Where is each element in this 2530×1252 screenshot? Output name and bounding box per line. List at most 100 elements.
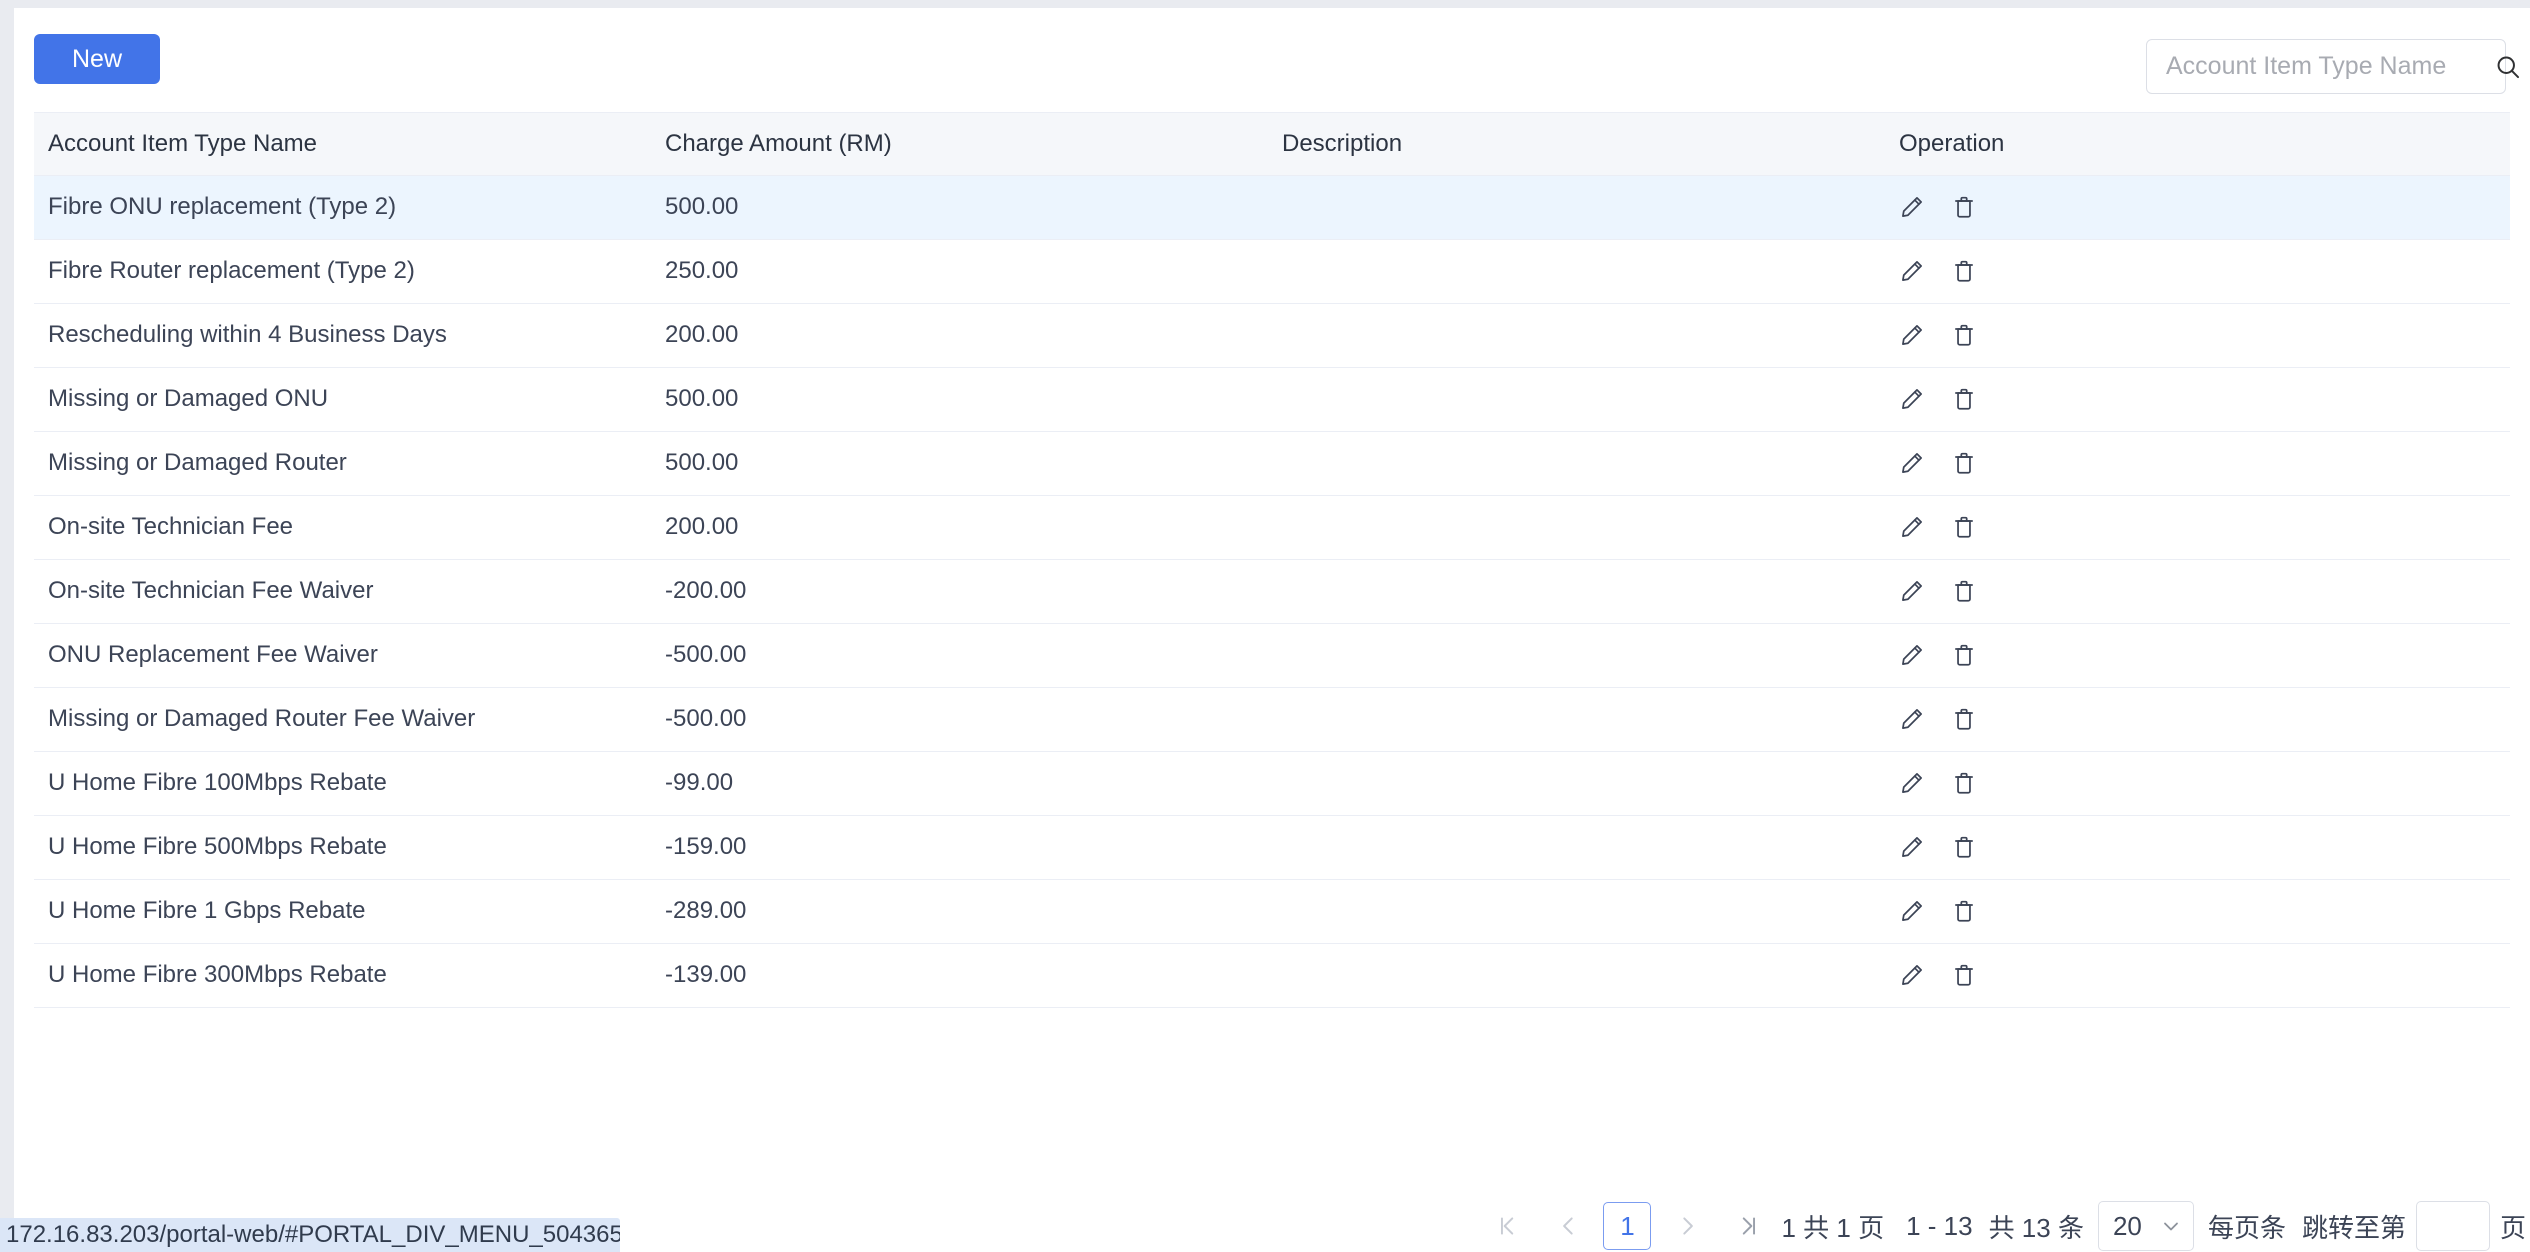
edit-icon[interactable] <box>1899 962 1925 988</box>
edit-icon[interactable] <box>1899 514 1925 540</box>
table-row[interactable]: U Home Fibre 500Mbps Rebate -159.00 <box>34 815 2510 880</box>
cell-account-item-type-name: U Home Fibre 1 Gbps Rebate <box>34 879 651 944</box>
cell-account-item-type-name: On-site Technician Fee Waiver <box>34 559 651 624</box>
column-header-amount: Charge Amount (RM) <box>651 113 1268 176</box>
previous-page-icon[interactable] <box>1543 1200 1596 1252</box>
delete-icon[interactable] <box>1951 450 1977 476</box>
cell-charge-amount: -200.00 <box>651 559 1268 624</box>
cell-operation <box>1885 751 2510 816</box>
jump-suffix-label: 页 <box>2499 1212 2526 1243</box>
edit-icon[interactable] <box>1899 322 1925 348</box>
cell-description <box>1268 239 1885 304</box>
delete-icon[interactable] <box>1951 770 1977 796</box>
cell-charge-amount: 200.00 <box>651 495 1268 560</box>
edit-icon[interactable] <box>1899 258 1925 284</box>
search-icon[interactable] <box>2494 40 2522 93</box>
first-page-icon[interactable] <box>1483 1200 1536 1252</box>
cell-charge-amount: 500.00 <box>651 367 1268 432</box>
delete-icon[interactable] <box>1951 514 1977 540</box>
cell-operation <box>1885 815 2510 880</box>
table-row[interactable]: Fibre Router replacement (Type 2) 250.00 <box>34 239 2510 304</box>
column-header-description: Description <box>1268 113 1885 176</box>
cell-operation <box>1885 431 2510 496</box>
cell-operation <box>1885 559 2510 624</box>
cell-account-item-type-name: Missing or Damaged Router Fee Waiver <box>34 687 651 752</box>
data-table: Account Item Type Name Charge Amount (RM… <box>34 113 2510 1008</box>
table-row[interactable]: Fibre ONU replacement (Type 2) 500.00 <box>34 175 2510 240</box>
table-row[interactable]: On-site Technician Fee 200.00 <box>34 495 2510 560</box>
edit-icon[interactable] <box>1899 770 1925 796</box>
cell-operation <box>1885 175 2510 240</box>
delete-icon[interactable] <box>1951 386 1977 412</box>
new-button[interactable]: New <box>34 34 160 84</box>
cell-description <box>1268 431 1885 496</box>
delete-icon[interactable] <box>1951 706 1977 732</box>
table-row[interactable]: U Home Fibre 1 Gbps Rebate -289.00 <box>34 879 2510 944</box>
cell-operation <box>1885 623 2510 688</box>
cell-charge-amount: 250.00 <box>651 239 1268 304</box>
cell-charge-amount: -500.00 <box>651 687 1268 752</box>
table-row[interactable]: ONU Replacement Fee Waiver -500.00 <box>34 623 2510 688</box>
page-number-1[interactable]: 1 <box>1603 1202 1652 1250</box>
cell-account-item-type-name: ONU Replacement Fee Waiver <box>34 623 651 688</box>
cell-charge-amount: -500.00 <box>651 623 1268 688</box>
cell-description <box>1268 687 1885 752</box>
cell-account-item-type-name: Missing or Damaged ONU <box>34 367 651 432</box>
browser-status-bar: 172.16.83.203/portal-web/#PORTAL_DIV_MEN… <box>0 1218 620 1252</box>
table-row[interactable]: Rescheduling within 4 Business Days 200.0… <box>34 303 2510 368</box>
cell-charge-amount: 500.00 <box>651 431 1268 496</box>
edit-icon[interactable] <box>1899 834 1925 860</box>
cell-description <box>1268 943 1885 1008</box>
table-row[interactable]: Missing or Damaged Router Fee Waiver -500… <box>34 687 2510 752</box>
cell-operation <box>1885 943 2510 1008</box>
edit-icon[interactable] <box>1899 386 1925 412</box>
range-summary: 1 - 13 <box>1906 1210 1973 1241</box>
next-page-icon[interactable] <box>1661 1200 1714 1252</box>
delete-icon[interactable] <box>1951 834 1977 860</box>
edit-icon[interactable] <box>1899 578 1925 604</box>
cell-description <box>1268 303 1885 368</box>
cell-charge-amount: -159.00 <box>651 815 1268 880</box>
table-row[interactable]: On-site Technician Fee Waiver -200.00 <box>34 559 2510 624</box>
page-size-select[interactable]: 20 <box>2097 1201 2194 1251</box>
delete-icon[interactable] <box>1951 578 1977 604</box>
delete-icon[interactable] <box>1951 898 1977 924</box>
cell-account-item-type-name: Fibre Router replacement (Type 2) <box>34 239 651 304</box>
cell-operation <box>1885 879 2510 944</box>
cell-account-item-type-name: Missing or Damaged Router <box>34 431 651 496</box>
search-input[interactable] <box>2147 40 2494 93</box>
edit-icon[interactable] <box>1899 898 1925 924</box>
cell-description <box>1268 623 1885 688</box>
cell-description <box>1268 175 1885 240</box>
table-header-row: Account Item Type Name Charge Amount (RM… <box>34 113 2510 176</box>
cell-operation <box>1885 367 2510 432</box>
edit-icon[interactable] <box>1899 194 1925 220</box>
delete-icon[interactable] <box>1951 194 1977 220</box>
cell-charge-amount: -99.00 <box>651 751 1268 816</box>
account-item-type-table: Account Item Type Name Charge Amount (RM… <box>34 112 2510 1008</box>
cell-operation <box>1885 239 2510 304</box>
jump-to-page-input[interactable] <box>2415 1201 2490 1251</box>
delete-icon[interactable] <box>1951 962 1977 988</box>
cell-charge-amount: -139.00 <box>651 943 1268 1008</box>
table-row[interactable]: U Home Fibre 100Mbps Rebate -99.00 <box>34 751 2510 816</box>
table-row[interactable]: Missing or Damaged ONU 500.00 <box>34 367 2510 432</box>
cell-description <box>1268 559 1885 624</box>
total-summary: 共 13 条 <box>1988 1212 2084 1243</box>
delete-icon[interactable] <box>1951 322 1977 348</box>
page-container: New Account Item Type Name Charge Amount… <box>14 8 2530 1252</box>
edit-icon[interactable] <box>1899 706 1925 732</box>
cell-charge-amount: -289.00 <box>651 879 1268 944</box>
page-size-suffix-label: 每页条 <box>2207 1212 2286 1243</box>
page-summary: 1 共 1 页 <box>1781 1212 1885 1243</box>
table-row[interactable]: U Home Fibre 300Mbps Rebate -139.00 <box>34 943 2510 1008</box>
search-box[interactable] <box>2146 39 2520 94</box>
edit-icon[interactable] <box>1899 450 1925 476</box>
delete-icon[interactable] <box>1951 642 1977 668</box>
delete-icon[interactable] <box>1951 258 1977 284</box>
cell-account-item-type-name: U Home Fibre 300Mbps Rebate <box>34 943 651 1008</box>
last-page-icon[interactable] <box>1721 1200 1774 1252</box>
edit-icon[interactable] <box>1899 642 1925 668</box>
table-row[interactable]: Missing or Damaged Router 500.00 <box>34 431 2510 496</box>
table-header: Account Item Type Name Charge Amount (RM… <box>34 113 2510 176</box>
